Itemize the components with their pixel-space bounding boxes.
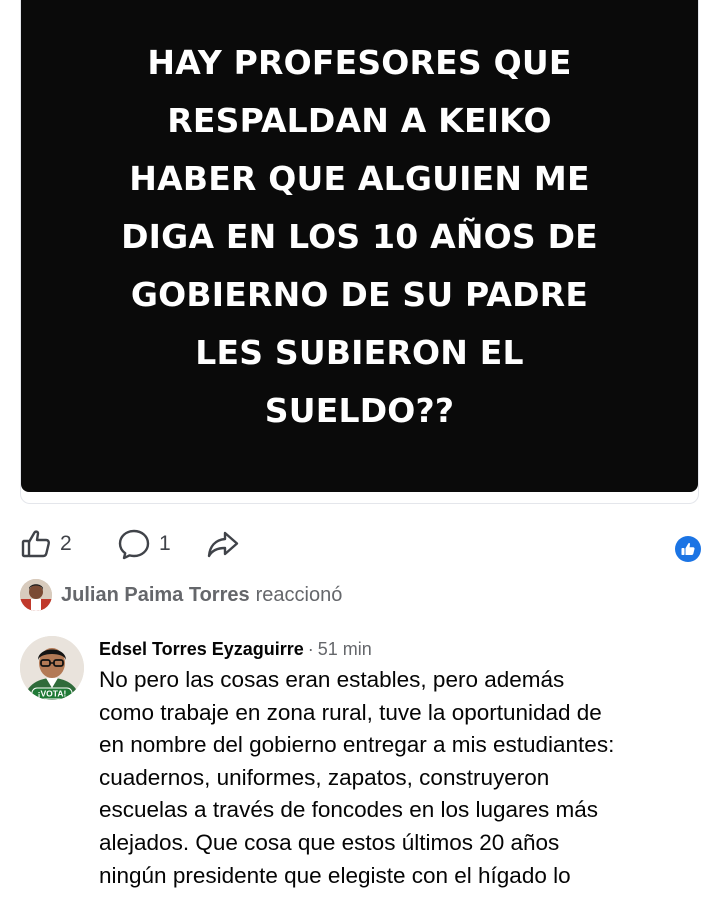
comment-bubble-icon	[117, 528, 151, 560]
comment-button[interactable]: 1	[117, 526, 171, 562]
reaction-verb: reaccionó	[255, 583, 343, 606]
thumbs-up-outline-icon	[20, 528, 52, 560]
comment-body: Edsel Torres Eyzaguirre · 51 min No pero l…	[99, 636, 699, 892]
comment-author[interactable]: Edsel Torres Eyzaguirre	[99, 639, 304, 659]
like-count: 2	[60, 532, 72, 555]
comment-count: 1	[159, 532, 171, 555]
avatar[interactable]: ¡VOTA!	[20, 636, 84, 700]
share-arrow-icon	[206, 528, 240, 560]
like-reaction-badge-icon[interactable]	[675, 536, 701, 562]
comment-text: No pero las cosas eran estables, pero ad…	[99, 667, 615, 888]
post-image[interactable]: HAY PROFESORES QUE RESPALDAN A KEIKO HAB…	[21, 0, 698, 492]
avatar-badge-text: ¡VOTA!	[38, 689, 67, 699]
post-image-text: HAY PROFESORES QUE RESPALDAN A KEIKO HAB…	[121, 43, 598, 430]
comment-header: Edsel Torres Eyzaguirre · 51 min	[99, 636, 699, 662]
post-actions-bar: 2 1	[20, 526, 700, 562]
reactor-name[interactable]: Julian Paima Torres	[61, 584, 250, 607]
share-button[interactable]	[206, 526, 240, 562]
comment-timestamp[interactable]: 51 min	[318, 639, 372, 659]
comment-separator: ·	[307, 639, 314, 659]
reaction-notice: Julian Paima Torres reaccionó	[20, 578, 342, 612]
like-button[interactable]: 2	[20, 526, 72, 562]
avatar[interactable]	[20, 579, 52, 611]
